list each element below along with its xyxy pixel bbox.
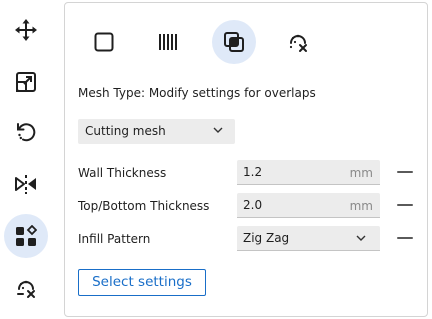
support-blocker-icon (17, 280, 35, 298)
rotate-tool-button[interactable] (4, 110, 48, 154)
overlap-mode-value: Cutting mesh (85, 124, 166, 138)
normal-model-icon (94, 32, 114, 52)
infill-pattern-dropdown[interactable]: Zig Zag (237, 226, 380, 251)
chevron-down-icon (213, 127, 223, 133)
scale-tool-button[interactable] (4, 60, 48, 104)
overlap-mode-dropdown[interactable]: Cutting mesh (78, 119, 235, 144)
mirror-icon (15, 175, 36, 194)
field-underline (237, 217, 380, 218)
top-bottom-thickness-label: Top/Bottom Thickness (78, 199, 210, 213)
dont-support-overlaps-icon (289, 34, 307, 52)
print-as-support-icon (159, 34, 177, 50)
per-model-settings-tool-button[interactable] (4, 214, 48, 258)
scale-icon (16, 72, 36, 92)
top-bottom-thickness-unit: mm (349, 199, 373, 213)
modify-overlaps-button[interactable] (212, 20, 256, 64)
dont-support-overlaps-button[interactable] (276, 20, 320, 64)
remove-wall-thickness-button[interactable] (397, 171, 413, 173)
field-underline (237, 250, 380, 251)
top-bottom-thickness-value: 2.0 (243, 198, 263, 212)
infill-pattern-value: Zig Zag (243, 231, 290, 245)
per-model-settings-panel: Mesh Type: Modify settings for overlaps … (64, 2, 428, 317)
wall-thickness-unit: mm (349, 166, 373, 180)
move-tool-button[interactable] (4, 8, 48, 52)
remove-top-bottom-thickness-button[interactable] (397, 204, 413, 206)
wall-thickness-value: 1.2 (243, 165, 263, 179)
wall-thickness-label: Wall Thickness (78, 166, 167, 180)
field-underline (237, 184, 380, 185)
remove-infill-pattern-button[interactable] (397, 237, 413, 239)
mesh-type-label: Mesh Type: Modify settings for overlaps (78, 86, 316, 100)
top-bottom-thickness-input[interactable]: 2.0 mm (237, 193, 380, 218)
select-settings-button[interactable]: Select settings (78, 269, 206, 296)
normal-model-button[interactable] (82, 20, 126, 64)
support-blocker-tool-button[interactable] (4, 266, 48, 310)
mirror-tool-button[interactable] (4, 162, 48, 206)
tool-strip (0, 0, 54, 319)
chevron-down-icon (356, 235, 366, 241)
modify-overlaps-icon (224, 32, 244, 52)
wall-thickness-input[interactable]: 1.2 mm (237, 160, 380, 185)
rotate-icon (17, 123, 36, 142)
move-icon (15, 19, 37, 41)
infill-pattern-label: Infill Pattern (78, 232, 151, 246)
per-model-settings-icon (16, 225, 37, 246)
print-as-support-button[interactable] (146, 20, 190, 64)
